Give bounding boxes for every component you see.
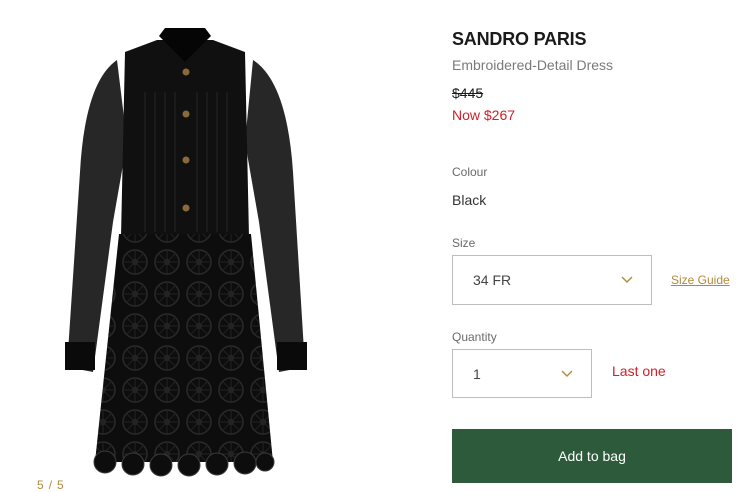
original-price: $445	[452, 85, 484, 101]
sale-price: Now $267	[452, 107, 516, 123]
chevron-down-icon	[621, 276, 633, 283]
image-counter-total: 5	[57, 478, 65, 492]
quantity-select[interactable]: 1	[452, 349, 592, 398]
product-title: Embroidered-Detail Dress	[452, 57, 614, 73]
colour-label: Colour	[452, 165, 488, 179]
product-image[interactable]	[55, 22, 315, 482]
product-image-gallery[interactable]: 5/5	[0, 0, 400, 492]
size-guide-link[interactable]: Size Guide	[671, 273, 730, 287]
chevron-down-icon	[561, 370, 573, 377]
quantity-label: Quantity	[452, 330, 497, 344]
size-select-value: 34 FR	[473, 272, 512, 288]
brand-name[interactable]: SANDRO PARIS	[452, 29, 586, 50]
image-counter-separator: /	[48, 478, 54, 492]
size-select[interactable]: 34 FR	[452, 255, 652, 305]
size-label: Size	[452, 236, 476, 250]
stock-status: Last one	[612, 363, 666, 379]
quantity-select-value: 1	[473, 365, 481, 382]
image-counter-current: 5	[37, 478, 45, 492]
colour-value: Black	[452, 192, 487, 208]
image-counter: 5/5	[37, 478, 65, 492]
add-to-bag-button[interactable]: Add to bag	[452, 429, 732, 483]
